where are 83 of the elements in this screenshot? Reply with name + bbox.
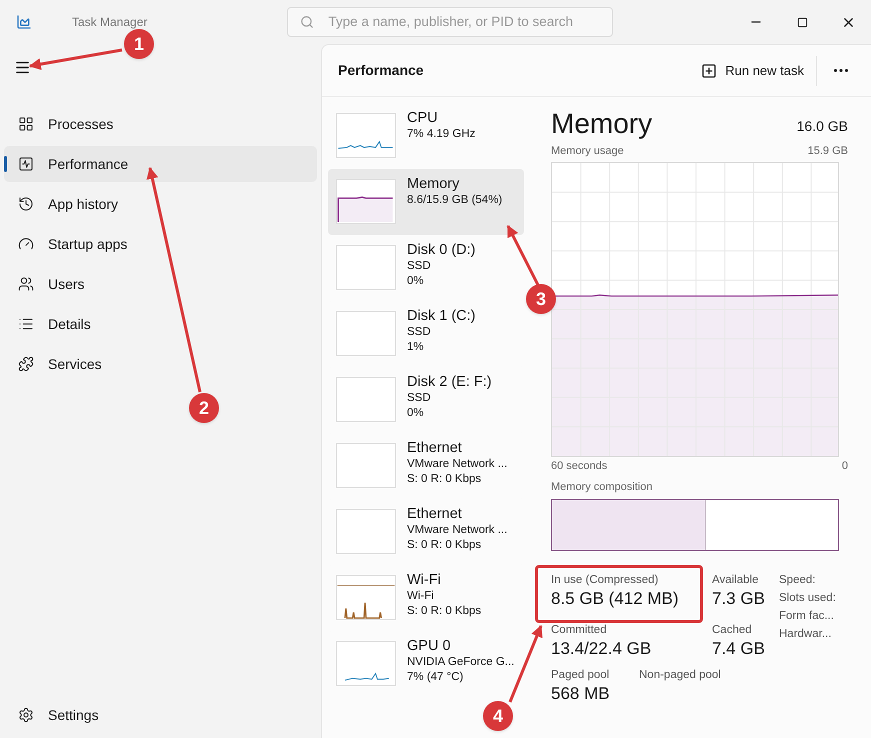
stat-label: Cached: [712, 622, 752, 636]
search-field[interactable]: Type a name, publisher, or PID to search: [328, 12, 588, 32]
device-name: CPU: [407, 110, 439, 127]
selection-indicator: [4, 156, 7, 172]
nav-icon: [18, 156, 34, 172]
time-axis-label: 60 seconds: [551, 458, 608, 474]
stat-label: Slots used:: [779, 590, 836, 606]
device-stat: VMware Network ...: [407, 457, 508, 472]
stat-label: Speed:: [779, 572, 816, 588]
device-name: Ethernet: [407, 440, 463, 457]
device-stat: S: 0 R: 0 Kbps: [407, 538, 482, 553]
page-title: Performance: [338, 61, 424, 80]
graph-scale-line: [336, 585, 396, 586]
graph-label: Memory usage: [551, 144, 624, 159]
stat-label: Paged pool: [551, 668, 610, 682]
detail-title: Memory: [551, 107, 652, 141]
nav-icon: [18, 196, 34, 212]
stat-label: Non-paged pool: [639, 668, 722, 682]
device-stat: 7% (47 °C): [407, 670, 464, 685]
stat-label: Form fac...: [779, 608, 835, 624]
device-stat: 7% 4.19 GHz: [407, 127, 476, 142]
window-title: Task Manager: [72, 14, 148, 31]
device-stat: VMware Network ...: [407, 523, 508, 538]
stat-value: 8.5 GB (412 MB): [551, 588, 679, 610]
settings-item[interactable]: Settings: [4, 700, 317, 730]
time-axis-end: 0: [842, 458, 848, 474]
mini-graph: [336, 377, 396, 422]
mini-graph: [336, 311, 396, 356]
device-stat: SSD: [407, 259, 432, 274]
annotation-marker: 1: [124, 29, 154, 59]
annotation-arrow: [506, 224, 540, 286]
composition-label: Memory composition: [551, 480, 654, 495]
device-stat: S: 0 R: 0 Kbps: [407, 604, 482, 619]
nav-item[interactable]: Processes: [4, 106, 317, 142]
run-new-task-button[interactable]: Run new task: [701, 56, 817, 86]
mini-graph: [336, 509, 396, 554]
stat-value: 568 MB: [551, 682, 611, 704]
mini-graph: [336, 245, 396, 290]
device-stat: SSD: [407, 325, 432, 340]
device-stat: 0%: [407, 406, 425, 421]
nav-item[interactable]: App history: [4, 186, 317, 222]
new-task-icon: [701, 62, 718, 78]
stat-label: Available: [712, 572, 758, 586]
stat-value: 7.3 GB: [712, 588, 765, 610]
device-item[interactable]: Memory 8.6/15.9 GB (54%): [328, 169, 524, 235]
nav-item[interactable]: Performance: [4, 146, 317, 182]
memory-total: 16.0 GB: [796, 117, 848, 136]
annotation-marker: 2: [189, 393, 219, 423]
mini-graph: [336, 443, 396, 488]
device-stat: 0%: [407, 274, 425, 289]
device-stat: S: 0 R: 0 Kbps: [407, 472, 482, 487]
app-icon: [16, 14, 32, 30]
nav-item[interactable]: Startup apps: [4, 226, 317, 262]
device-name: Wi-Fi: [407, 572, 442, 589]
device-stat: 8.6/15.9 GB (54%): [407, 193, 502, 208]
device-name: Ethernet: [407, 506, 463, 523]
more-icon: [834, 69, 848, 72]
device-stat: Wi-Fi: [407, 589, 435, 604]
settings-icon: [18, 707, 34, 723]
device-name: Disk 1 (C:): [407, 308, 476, 325]
device-stat: NVIDIA GeForce G...: [407, 655, 514, 670]
device-stat: SSD: [407, 391, 432, 406]
nav-icon: [18, 276, 34, 292]
stat-value: 7.4 GB: [712, 638, 765, 660]
search-icon: [300, 15, 314, 29]
stat-value: 13.4/22.4 GB: [551, 638, 652, 660]
device-name: Disk 2 (E: F:): [407, 374, 492, 391]
nav-icon: [18, 356, 34, 372]
stat-label: Committed: [551, 622, 607, 636]
nav-icon: [18, 116, 34, 132]
nav-item[interactable]: Services: [4, 346, 317, 382]
stat-label: In use (Compressed): [551, 572, 658, 586]
device-name: GPU 0: [407, 638, 452, 655]
device-name: Memory: [407, 176, 460, 193]
device-name: Disk 0 (D:): [407, 242, 476, 259]
nav-item[interactable]: Users: [4, 266, 317, 302]
maximize-icon: [796, 16, 808, 28]
device-stat: 1%: [407, 340, 425, 355]
nav-item[interactable]: Details: [4, 306, 317, 342]
search-box[interactable]: Type a name, publisher, or PID to search: [287, 7, 614, 37]
stat-label: Hardwar...: [779, 626, 832, 642]
graph-max-label: 15.9 GB: [808, 144, 848, 159]
nav-icon: [18, 236, 34, 252]
